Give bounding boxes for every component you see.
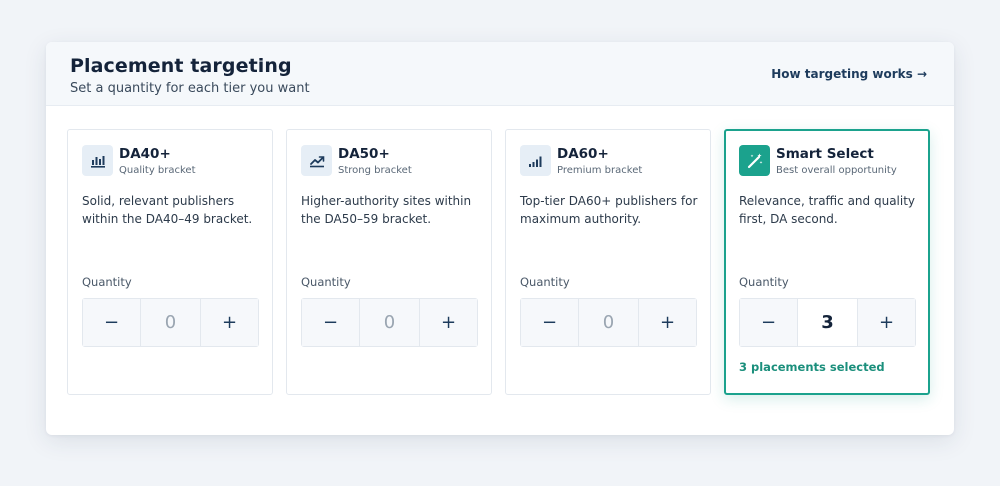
tier-subtitle: Best overall opportunity (776, 165, 897, 176)
tier-card-smart-select[interactable]: Smart Select Best overall opportunity Re… (724, 129, 930, 395)
how-targeting-works-link[interactable]: How targeting works → (771, 67, 927, 81)
tier-subtitle: Quality bracket (119, 165, 196, 176)
page-title: Placement targeting (70, 55, 292, 77)
page-subtitle: Set a quantity for each tier you want (70, 81, 310, 96)
tier-name: DA50+ (338, 146, 390, 162)
tier-description: Solid, relevant publishers within the DA… (82, 194, 253, 226)
quantity-label: Quantity (739, 275, 789, 289)
increment-button[interactable]: + (420, 299, 477, 346)
tier-card-da60[interactable]: DA60+ Premium bracket Top-tier DA60+ pub… (505, 129, 711, 395)
decrement-button[interactable]: − (302, 299, 359, 346)
panel-header: Placement targeting Set a quantity for e… (46, 42, 954, 106)
tier-name: DA60+ (557, 146, 609, 162)
decrement-button[interactable]: − (740, 299, 797, 346)
tier-description: Top-tier DA60+ publishers for maximum au… (520, 194, 698, 226)
tier-name: DA40+ (119, 146, 171, 162)
tier-subtitle: Premium bracket (557, 165, 643, 176)
tier-subtitle: Strong bracket (338, 165, 412, 176)
quantity-stepper: − 0 + (520, 298, 697, 347)
placement-targeting-panel: Placement targeting Set a quantity for e… (46, 42, 954, 435)
quantity-value[interactable]: 0 (359, 299, 420, 346)
tier-card-da50[interactable]: DA50+ Strong bracket Higher-authority si… (286, 129, 492, 395)
quantity-stepper: − 3 + (739, 298, 916, 347)
quantity-label: Quantity (82, 275, 132, 289)
signal-bars-icon (520, 145, 551, 176)
quantity-stepper: − 0 + (301, 298, 478, 347)
increment-button[interactable]: + (858, 299, 915, 346)
quantity-value[interactable]: 0 (140, 299, 201, 346)
tier-card-da40[interactable]: DA40+ Quality bracket Solid, relevant pu… (67, 129, 273, 395)
placements-selected-note: 3 placements selected (739, 360, 885, 374)
increment-button[interactable]: + (201, 299, 258, 346)
quantity-value[interactable]: 3 (797, 299, 858, 346)
quantity-value[interactable]: 0 (578, 299, 639, 346)
quantity-stepper: − 0 + (82, 298, 259, 347)
quantity-label: Quantity (301, 275, 351, 289)
tier-description: Higher-authority sites within the DA50–5… (301, 194, 472, 226)
tier-name: Smart Select (776, 146, 874, 162)
bar-chart-icon (82, 145, 113, 176)
tier-description: Relevance, traffic and quality first, DA… (739, 194, 916, 226)
quantity-label: Quantity (520, 275, 570, 289)
decrement-button[interactable]: − (521, 299, 578, 346)
decrement-button[interactable]: − (83, 299, 140, 346)
magic-wand-icon (739, 145, 770, 176)
trend-up-icon (301, 145, 332, 176)
increment-button[interactable]: + (639, 299, 696, 346)
